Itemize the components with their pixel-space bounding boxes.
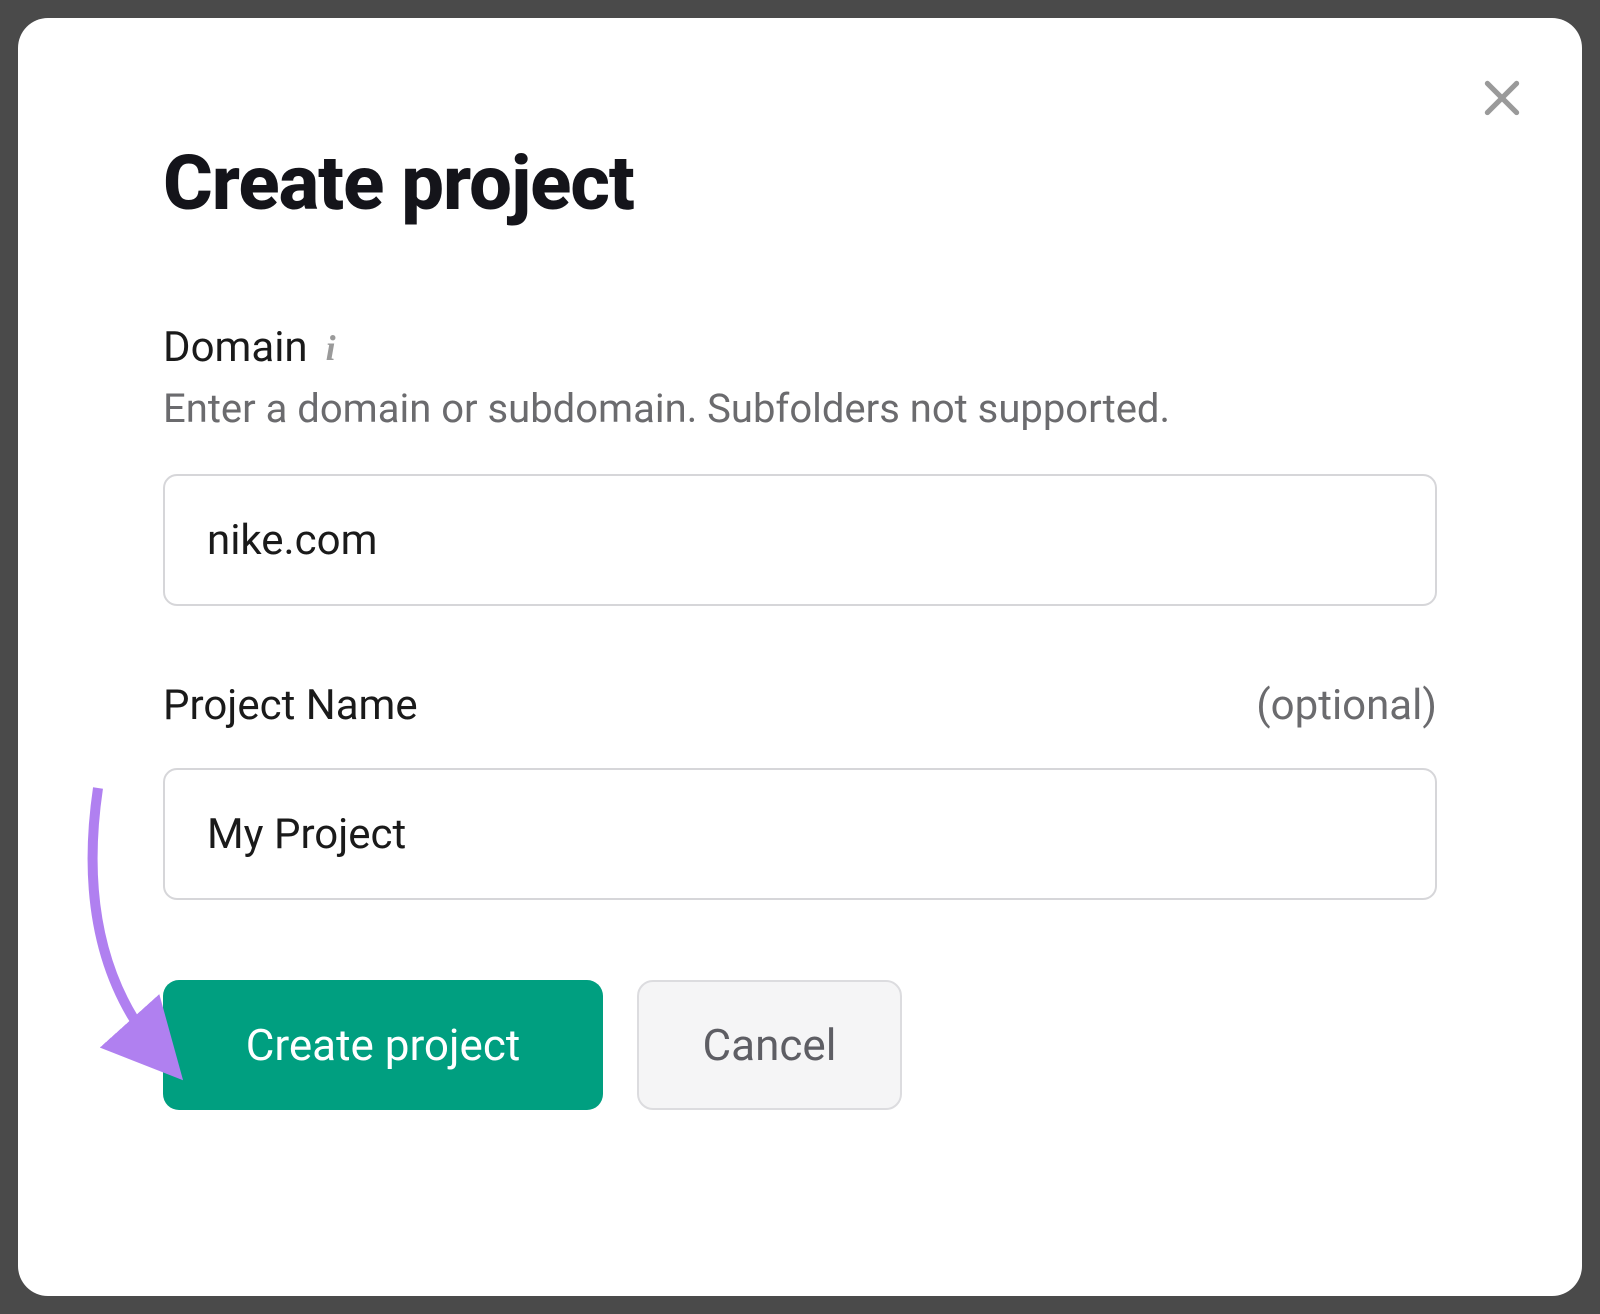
- modal-title: Create project: [163, 138, 1437, 228]
- domain-label-text: Domain: [163, 323, 308, 372]
- project-name-label-text: Project Name: [163, 681, 418, 730]
- button-row: Create project Cancel: [163, 980, 1437, 1110]
- domain-label: Domain i: [163, 323, 336, 372]
- project-name-input[interactable]: [163, 768, 1437, 900]
- domain-field-group: Domain i Enter a domain or subdomain. Su…: [163, 323, 1437, 606]
- create-project-button[interactable]: Create project: [163, 980, 603, 1110]
- project-name-field-group: Project Name (optional): [163, 681, 1437, 900]
- cancel-button[interactable]: Cancel: [637, 980, 902, 1110]
- optional-label: (optional): [1256, 681, 1437, 730]
- close-icon: [1477, 73, 1527, 123]
- domain-input[interactable]: [163, 474, 1437, 606]
- create-project-modal: Create project Domain i Enter a domain o…: [18, 18, 1582, 1296]
- close-button[interactable]: [1472, 68, 1532, 128]
- domain-hint: Enter a domain or subdomain. Subfolders …: [163, 382, 1437, 436]
- info-icon[interactable]: i: [326, 327, 336, 369]
- project-name-label: Project Name: [163, 681, 418, 730]
